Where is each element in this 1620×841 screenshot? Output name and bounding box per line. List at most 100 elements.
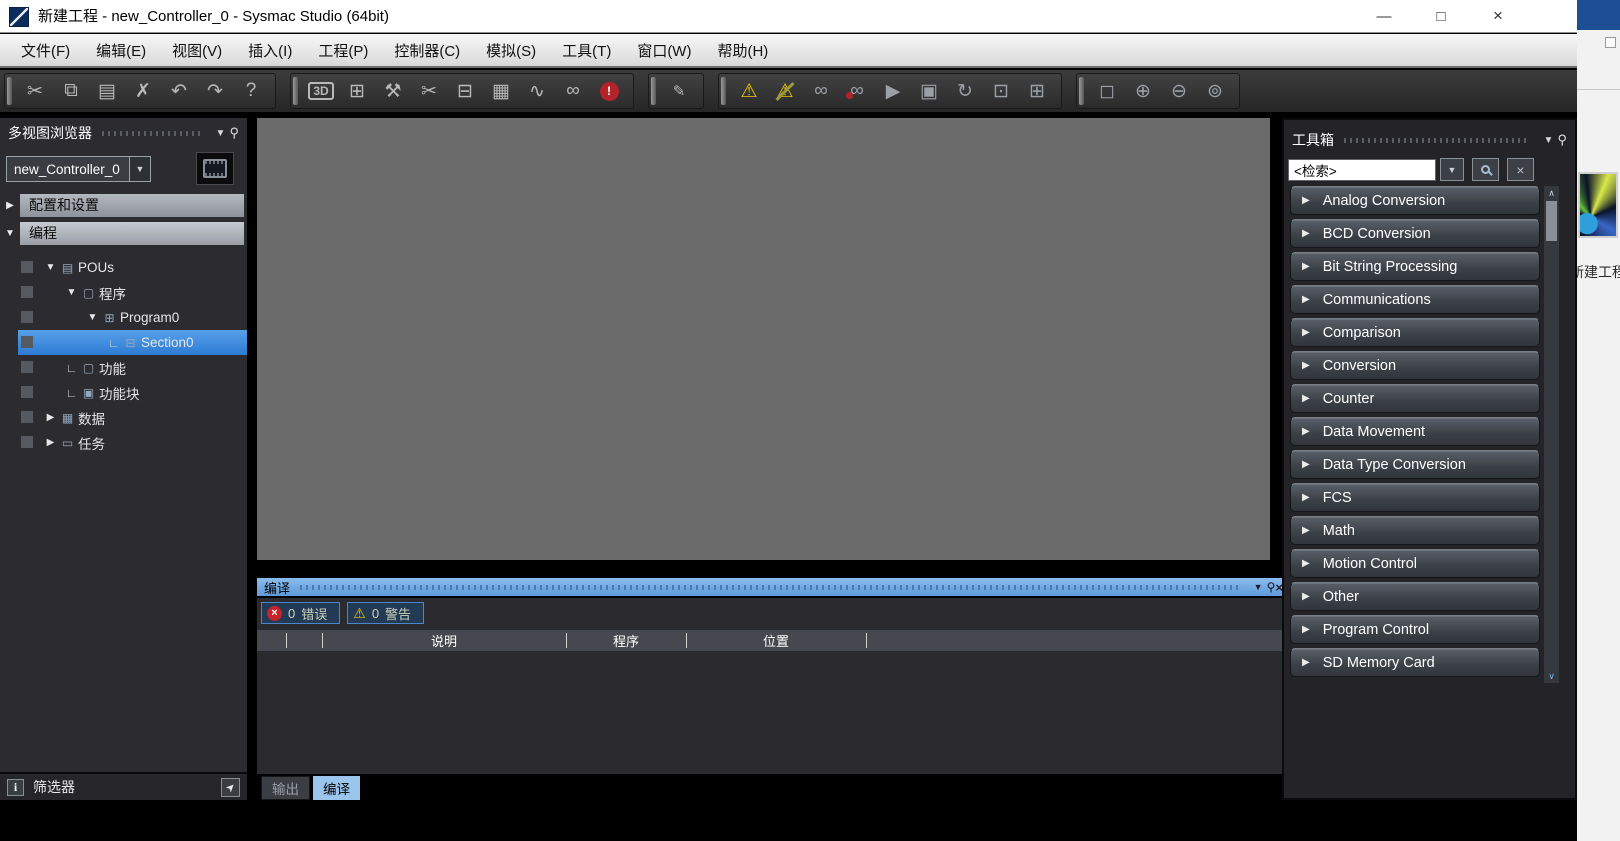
group-grip[interactable]	[293, 77, 298, 105]
scroll-down-icon[interactable]: ∨	[1544, 669, 1559, 683]
category-comparison[interactable]: ▶Comparison	[1290, 318, 1540, 347]
split-icon[interactable]: ✂	[411, 76, 447, 106]
background-checkbox[interactable]	[1605, 37, 1616, 48]
category-counter[interactable]: ▶Counter	[1290, 384, 1540, 413]
monitor-glasses-stop-icon[interactable]: ∞	[839, 76, 875, 106]
category-sd-memory-card[interactable]: ▶SD Memory Card	[1290, 648, 1540, 677]
controller-select[interactable]: new_Controller_0	[6, 156, 130, 182]
transfer-icon[interactable]: ▣	[911, 76, 947, 106]
category-communications[interactable]: ▶Communications	[1290, 285, 1540, 314]
minimize-button[interactable]: —	[1360, 0, 1408, 32]
paste-icon[interactable]: ▤	[89, 76, 125, 106]
menu-insert[interactable]: 插入(I)	[235, 34, 305, 66]
tree-section-config[interactable]: ▶ 配置和设置	[0, 192, 247, 218]
tree-label[interactable]: 功能	[99, 358, 126, 378]
category-analog-conversion[interactable]: ▶Analog Conversion	[1290, 186, 1540, 215]
run-icon[interactable]: ▶	[875, 76, 911, 106]
search-all-icon[interactable]: ∞	[555, 76, 591, 106]
column-header[interactable]	[866, 630, 1290, 651]
menu-window[interactable]: 窗口(W)	[624, 34, 704, 66]
section-label[interactable]: 编程	[20, 222, 244, 245]
category-fcs[interactable]: ▶FCS	[1290, 483, 1540, 512]
collapse-icon[interactable]: ▼	[211, 128, 229, 139]
menu-view[interactable]: 视图(V)	[159, 34, 235, 66]
build-icon[interactable]: ⚒	[375, 76, 411, 106]
pin-icon[interactable]: ⚲	[1557, 132, 1567, 148]
group-grip[interactable]	[7, 77, 12, 105]
warnings-filter-button[interactable]: ⚠ 0 警告	[347, 602, 424, 624]
category-bcd-conversion[interactable]: ▶BCD Conversion	[1290, 219, 1540, 248]
expander-icon[interactable]: ▼	[63, 287, 80, 298]
expander-icon[interactable]: ▼	[42, 262, 59, 273]
column-header-program[interactable]: 程序	[566, 630, 686, 651]
category-other[interactable]: ▶Other	[1290, 582, 1540, 611]
category-math[interactable]: ▶Math	[1290, 516, 1540, 545]
fit-zoom-icon[interactable]: ◻	[1089, 76, 1125, 106]
search-clear-button[interactable]: ×	[1507, 158, 1534, 181]
abort-icon[interactable]: !	[591, 76, 627, 106]
expander-icon[interactable]: ▶	[42, 412, 59, 423]
search-dropdown-icon[interactable]: ▼	[1440, 158, 1464, 181]
help-icon[interactable]: ?	[233, 76, 269, 106]
menu-edit[interactable]: 编辑(E)	[83, 34, 159, 66]
filter-pin-button[interactable]: ➤	[221, 778, 240, 797]
scrollbar-thumb[interactable]	[1546, 201, 1557, 241]
pin-icon[interactable]: ⚲	[229, 125, 239, 141]
menu-file[interactable]: 文件(F)	[8, 34, 83, 66]
monitor-glasses-icon[interactable]: ∞	[803, 76, 839, 106]
tree-row-tasks[interactable]: ▶ ▭ 任务	[0, 430, 247, 455]
pin-icon[interactable]: ⚲	[1267, 580, 1276, 594]
3d-view-icon[interactable]: 3D	[303, 76, 339, 106]
undo-icon[interactable]: ↶	[161, 76, 197, 106]
menu-tools[interactable]: 工具(T)	[549, 34, 624, 66]
menu-simulation[interactable]: 模拟(S)	[473, 34, 549, 66]
tree-row-section0[interactable]: ∟ ⊟ Section0	[0, 330, 247, 355]
zoom-in-icon[interactable]: ⊕	[1125, 76, 1161, 106]
column-header-location[interactable]: 位置	[686, 630, 866, 651]
tree-label[interactable]: 功能块	[99, 383, 140, 403]
tab-output[interactable]: 输出	[261, 776, 310, 800]
maximize-button[interactable]: □	[1417, 0, 1465, 32]
menu-help[interactable]: 帮助(H)	[704, 34, 781, 66]
category-data-type-conversion[interactable]: ▶Data Type Conversion	[1290, 450, 1540, 479]
monitor-network-icon[interactable]: ⊞	[1019, 76, 1055, 106]
error-check-icon[interactable]: ⚠	[731, 76, 767, 106]
tab-build[interactable]: 编译	[313, 776, 360, 800]
tree-label[interactable]: Section0	[141, 335, 194, 350]
expander-icon[interactable]: ▶	[0, 200, 20, 211]
search-button[interactable]	[1472, 158, 1499, 181]
category-program-control[interactable]: ▶Program Control	[1290, 615, 1540, 644]
delete-icon[interactable]: ✗	[125, 76, 161, 106]
close-button[interactable]: ×	[1474, 0, 1522, 32]
filter-bar[interactable]: i 筛选器 ➤	[0, 772, 247, 800]
menu-controller[interactable]: 控制器(C)	[381, 34, 473, 66]
tree-section-programming[interactable]: ▼ 编程	[0, 220, 247, 246]
toolbox-scrollbar[interactable]: ∧ ∨	[1544, 186, 1559, 683]
category-motion-control[interactable]: ▶Motion Control	[1290, 549, 1540, 578]
group-grip[interactable]	[1079, 77, 1084, 105]
menu-project[interactable]: 工程(P)	[305, 34, 381, 66]
cut-icon[interactable]: ✂	[17, 76, 53, 106]
search-input[interactable]	[1288, 159, 1436, 181]
collapse-icon[interactable]: ▼	[1250, 582, 1267, 592]
section-label[interactable]: 配置和设置	[20, 194, 244, 217]
tree-row-data[interactable]: ▶ ▦ 数据	[0, 405, 247, 430]
copy-icon[interactable]: ⧉	[53, 76, 89, 106]
column-header[interactable]	[286, 630, 322, 651]
watch-window-icon[interactable]: ⊟	[447, 76, 483, 106]
edit-tool-icon[interactable]: ✎	[661, 76, 697, 106]
errors-filter-button[interactable]: × 0 错误	[261, 602, 340, 624]
zoom-out-icon[interactable]: ⊖	[1161, 76, 1197, 106]
tree-label[interactable]: Program0	[120, 310, 179, 325]
sync-icon[interactable]: ↻	[947, 76, 983, 106]
watch-table-icon[interactable]: ▦	[483, 76, 519, 106]
expander-icon[interactable]: ▼	[0, 228, 20, 239]
waveform-watch-icon[interactable]: ∿	[519, 76, 555, 106]
column-header[interactable]	[257, 630, 286, 651]
scroll-up-icon[interactable]: ∧	[1544, 186, 1559, 200]
collapse-icon[interactable]: ▼	[1539, 135, 1557, 146]
tree-label[interactable]: 数据	[78, 408, 105, 428]
tree-row-program0[interactable]: ▼ ⊞ Program0	[0, 305, 247, 330]
expander-icon[interactable]: ▶	[42, 437, 59, 448]
tree-row-programs[interactable]: ▼ ▢ 程序	[0, 280, 247, 305]
